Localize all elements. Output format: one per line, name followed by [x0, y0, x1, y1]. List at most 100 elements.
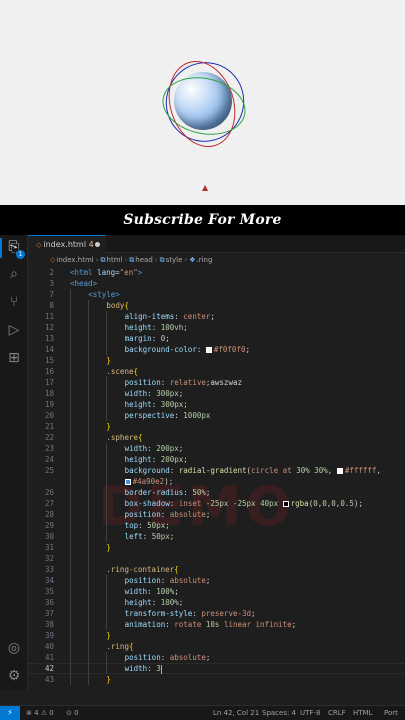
indent-guide [106, 399, 108, 410]
source-control-icon[interactable]: ⑂ [5, 293, 23, 311]
code-line[interactable]: 29 top: 50px; [28, 520, 405, 531]
language-mode[interactable]: HTML [353, 706, 372, 720]
code-line[interactable]: 12 height: 100vh; [28, 322, 405, 333]
indent-guide [88, 311, 90, 322]
code-line[interactable]: 36 height: 100%; [28, 597, 405, 608]
account-icon[interactable]: ◎ [5, 639, 23, 657]
code-line[interactable]: 3 <head> [28, 278, 405, 289]
code-line[interactable]: 17 position: relative;awszwaz [28, 377, 405, 388]
indentation-setting[interactable]: Spaces: 4 [262, 706, 296, 720]
indent-guide [88, 553, 90, 564]
code-area[interactable]: DEMO 2 <html lang="en"> 3 <head> 7 <style> 8 bo… [28, 267, 405, 690]
code-line[interactable]: 34 position: absolute; [28, 575, 405, 586]
code-line[interactable]: 19 height: 300px; [28, 399, 405, 410]
code-line[interactable]: 30 left: 50px; [28, 531, 405, 542]
code-line[interactable]: #4a90e2); [28, 476, 405, 487]
code-line[interactable]: 22 .sphere{ [28, 432, 405, 443]
search-icon[interactable]: ⌕ [5, 265, 23, 283]
code-line[interactable]: 39} [28, 630, 405, 641]
port-item[interactable]: Port [384, 706, 398, 720]
code-line[interactable]: 14 background-color: #f0f0f0; [28, 344, 405, 355]
code-line[interactable]: 24 height: 200px; [28, 454, 405, 465]
code-text: animation: rotate 10s linear infinite; [124, 620, 297, 629]
breadcrumb-item[interactable]: .ring [196, 256, 212, 264]
code-line[interactable]: 42 width: 3 [28, 663, 405, 674]
line-number: 7 [49, 290, 54, 299]
code-line[interactable]: 25 background: radial-gradient(circle at … [28, 465, 405, 476]
indent-guide [106, 652, 108, 663]
code-line[interactable]: 26 border-radius: 50%; [28, 487, 405, 498]
code-line[interactable]: 13 margin: 0; [28, 333, 405, 344]
code-line[interactable]: 31} [28, 542, 405, 553]
code-text: height: 100vh; [124, 323, 188, 332]
settings-gear-icon[interactable]: ⚙ [5, 667, 23, 685]
indent-guide [88, 542, 90, 553]
indent-guide [106, 311, 108, 322]
code-text: #4a90e2); [124, 476, 173, 487]
code-line[interactable]: 2 <html lang="en"> [28, 267, 405, 278]
code-line[interactable]: 32 [28, 553, 405, 564]
code-text: } [106, 422, 111, 431]
eol-setting[interactable]: CRLF [328, 706, 346, 720]
info-count[interactable]: ⊙ 0 [66, 706, 79, 720]
code-line[interactable]: 11 align-items: center; [28, 311, 405, 322]
code-line[interactable]: 37 transform-style: preserve-3d; [28, 608, 405, 619]
code-line[interactable]: 28 position: absolute; [28, 509, 405, 520]
unsaved-dot-icon[interactable] [95, 242, 100, 247]
line-number: 38 [44, 620, 54, 629]
cursor-position[interactable]: Ln 42, Col 21 [213, 706, 259, 720]
run-debug-icon[interactable]: ▷ [5, 321, 23, 339]
line-number: 36 [44, 598, 54, 607]
error-count[interactable]: ⊗ 4 ⚠ 0 [26, 706, 54, 720]
indent-guide [106, 531, 108, 542]
indent-guide [70, 619, 71, 630]
code-line[interactable]: 41 position: absolute; [28, 652, 405, 663]
code-text: position: relative;awszwaz [124, 378, 242, 387]
breadcrumb-item[interactable]: index.html [56, 256, 93, 264]
indent-guide [106, 476, 108, 487]
indent-guide [70, 476, 71, 487]
indent-guide [88, 432, 90, 443]
indent-guide [70, 509, 71, 520]
code-text: background-color: #f0f0f0; [124, 345, 250, 354]
indent-guide [106, 465, 108, 476]
line-number: 12 [44, 323, 54, 332]
code-text: .ring{ [106, 642, 134, 651]
breadcrumb-item[interactable]: head [135, 256, 152, 264]
line-number: 22 [44, 433, 54, 442]
code-line[interactable]: 23 width: 200px; [28, 443, 405, 454]
code-line[interactable]: 18 width: 300px; [28, 388, 405, 399]
indent-guide [70, 366, 71, 377]
breadcrumb-item[interactable]: html [107, 256, 123, 264]
breadcrumb-item[interactable]: style [166, 256, 183, 264]
code-line[interactable]: 8 body{ [28, 300, 405, 311]
encoding-setting[interactable]: UTF-8 [300, 706, 320, 720]
indent-guide [106, 575, 108, 586]
code-line[interactable]: 21} [28, 421, 405, 432]
indent-guide [106, 377, 108, 388]
code-line[interactable]: 43} [28, 674, 405, 685]
indent-guide [88, 586, 90, 597]
indent-guide [106, 454, 108, 465]
code-text: height: 300px; [124, 400, 188, 409]
line-number: 40 [44, 642, 54, 651]
code-line[interactable]: 33 .ring-container{ [28, 564, 405, 575]
code-text: } [106, 631, 111, 640]
code-line[interactable]: 40 .ring{ [28, 641, 405, 652]
line-number: 20 [44, 411, 54, 420]
code-line[interactable]: 15} [28, 355, 405, 366]
indent-guide [88, 355, 90, 366]
remote-indicator-icon[interactable]: ⚡ [0, 706, 20, 720]
extensions-icon[interactable]: ⊞ [5, 349, 23, 367]
code-line[interactable]: 16 .scene{ [28, 366, 405, 377]
code-line[interactable]: 20 perspective: 1000px [28, 410, 405, 421]
code-line[interactable]: 7 <style> [28, 289, 405, 300]
chevron-right-icon: › [154, 256, 158, 264]
code-line[interactable]: 27 box-shadow: inset -25px -25px 40px rgb… [28, 498, 405, 509]
explorer-badge: 1 [16, 250, 25, 259]
sphere-scene [152, 49, 258, 156]
indent-guide [70, 289, 71, 300]
code-line[interactable]: 38 animation: rotate 10s linear infinite; [28, 619, 405, 630]
tab-index-html[interactable]: ◇ index.html 4 [28, 235, 106, 253]
code-line[interactable]: 35 width: 100%; [28, 586, 405, 597]
